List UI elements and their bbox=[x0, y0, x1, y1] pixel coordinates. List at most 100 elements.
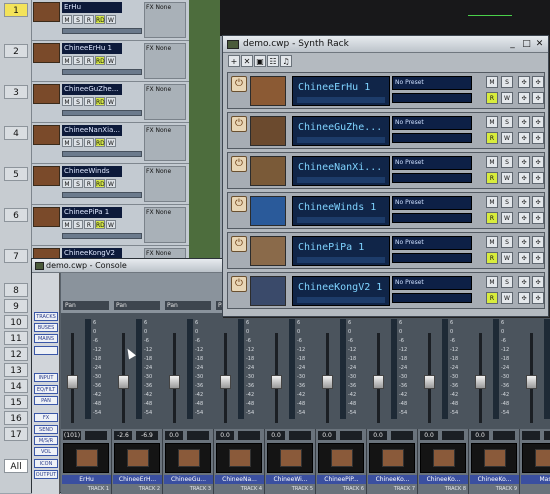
fader-handle[interactable] bbox=[271, 375, 282, 389]
channel-name[interactable]: ChineeWi... bbox=[266, 475, 315, 484]
record-arm-button[interactable]: R bbox=[84, 97, 94, 106]
automation-icon[interactable]: ✣ bbox=[532, 156, 544, 168]
mute-button[interactable]: M bbox=[62, 220, 72, 229]
console-view-button[interactable]: OUTPUT bbox=[34, 470, 58, 479]
automation-icon[interactable]: ✣ bbox=[532, 236, 544, 248]
track-clip[interactable] bbox=[189, 123, 220, 164]
delete-synth-icon[interactable]: ✕ bbox=[241, 55, 253, 67]
track-name[interactable]: ChineeNanXia... bbox=[62, 125, 122, 136]
write-automation-button[interactable]: W bbox=[106, 97, 116, 106]
preset-select[interactable]: No Preset bbox=[392, 76, 472, 90]
instrument-image[interactable] bbox=[250, 276, 286, 306]
track-number-11[interactable]: 11 bbox=[4, 331, 28, 345]
properties-icon[interactable]: ▣ bbox=[254, 55, 266, 67]
read-automation-button[interactable]: RD bbox=[95, 97, 105, 106]
midi-icon[interactable]: ♫ bbox=[280, 55, 292, 67]
write-button[interactable]: W bbox=[501, 92, 513, 104]
console-view-button[interactable]: INPUT bbox=[34, 373, 58, 382]
volume-value[interactable]: 0.0 bbox=[471, 431, 489, 440]
track-number-12[interactable]: 12 bbox=[4, 347, 28, 361]
console-view-button[interactable]: TRACKS bbox=[34, 312, 58, 321]
output-icon[interactable]: ✣ bbox=[532, 292, 544, 304]
fx-bin[interactable]: FX None bbox=[144, 2, 186, 38]
preset-select[interactable]: No Preset bbox=[392, 156, 472, 170]
read-automation-button[interactable]: RD bbox=[95, 15, 105, 24]
mute-button[interactable]: M bbox=[486, 116, 498, 128]
volume-slider[interactable] bbox=[62, 192, 142, 198]
mute-button[interactable]: M bbox=[486, 236, 498, 248]
read-automation-button[interactable]: RD bbox=[95, 179, 105, 188]
solo-button[interactable]: S bbox=[501, 236, 513, 248]
instrument-image[interactable] bbox=[250, 156, 286, 186]
record-arm-button[interactable]: R bbox=[84, 179, 94, 188]
fader-handle[interactable] bbox=[118, 375, 129, 389]
fx-bin[interactable]: FX None bbox=[144, 207, 186, 243]
instrument-display[interactable]: ChineeErHu 1 bbox=[292, 76, 390, 106]
midi-settings-icon[interactable]: ✣ bbox=[518, 116, 530, 128]
track-number-1[interactable]: 1 bbox=[4, 3, 28, 17]
record-arm-button[interactable]: R bbox=[84, 15, 94, 24]
fx-bin[interactable]: FX None bbox=[144, 125, 186, 161]
instrument-display[interactable]: ChineeWinds 1 bbox=[292, 196, 390, 226]
track-number-2[interactable]: 2 bbox=[4, 44, 28, 58]
midi-settings-icon[interactable]: ✣ bbox=[518, 276, 530, 288]
solo-button[interactable]: S bbox=[73, 220, 83, 229]
track-clip[interactable] bbox=[189, 164, 220, 205]
input-icon[interactable]: ✣ bbox=[518, 172, 530, 184]
volume-value[interactable]: 0.0 bbox=[318, 431, 336, 440]
channel-name[interactable]: ChineeKo... bbox=[419, 475, 468, 484]
channel-name[interactable]: ChineePiP... bbox=[317, 475, 366, 484]
track-number-15[interactable]: 15 bbox=[4, 395, 28, 409]
read-automation-button[interactable]: RD bbox=[95, 220, 105, 229]
preset-subselect[interactable] bbox=[392, 213, 472, 223]
mute-button[interactable]: M bbox=[62, 179, 72, 188]
read-button[interactable]: R bbox=[486, 132, 498, 144]
synth-rack-titlebar[interactable]: demo.cwp - Synth Rack _ □ ✕ bbox=[223, 36, 548, 53]
record-arm-button[interactable]: R bbox=[84, 138, 94, 147]
console-view-button[interactable]: VOL bbox=[34, 447, 58, 456]
power-icon[interactable]: ⏻ bbox=[231, 116, 247, 132]
instrument-display[interactable]: ChineeGuZhe... bbox=[292, 116, 390, 146]
track-number-13[interactable]: 13 bbox=[4, 363, 28, 377]
volume-slider[interactable] bbox=[62, 28, 142, 34]
midi-settings-icon[interactable]: ✣ bbox=[518, 236, 530, 248]
track-number-10[interactable]: 10 bbox=[4, 315, 28, 329]
track-number-17[interactable]: 17 bbox=[4, 427, 28, 441]
track-number-9[interactable]: 9 bbox=[4, 299, 28, 313]
track-name[interactable]: ChineeWinds bbox=[62, 166, 122, 177]
fx-bin[interactable]: FX None bbox=[144, 84, 186, 120]
power-icon[interactable]: ⏻ bbox=[231, 76, 247, 92]
instrument-display[interactable]: ChineeNanXi... bbox=[292, 156, 390, 186]
solo-button[interactable]: S bbox=[501, 196, 513, 208]
volume-value[interactable]: (101) bbox=[63, 431, 81, 440]
fx-bin[interactable]: FX None bbox=[144, 43, 186, 79]
fader-handle[interactable] bbox=[526, 375, 537, 389]
fader-handle[interactable] bbox=[67, 375, 78, 389]
automation-icon[interactable]: ✣ bbox=[532, 196, 544, 208]
input-icon[interactable]: ✣ bbox=[518, 92, 530, 104]
mute-button[interactable]: M bbox=[62, 56, 72, 65]
track-number-7[interactable]: 7 bbox=[4, 249, 28, 263]
preset-subselect[interactable] bbox=[392, 173, 472, 183]
pan-control[interactable]: Pan bbox=[63, 301, 109, 310]
instrument-display[interactable]: ChinePiPa 1 bbox=[292, 236, 390, 266]
console-view-button[interactable]: PAN bbox=[34, 396, 58, 405]
track-number-8[interactable]: 8 bbox=[4, 283, 28, 297]
maximize-button[interactable]: □ bbox=[521, 39, 532, 50]
solo-button[interactable]: S bbox=[501, 116, 513, 128]
volume-value[interactable]: 0.0 bbox=[216, 431, 234, 440]
pan-control[interactable]: Pan bbox=[114, 301, 160, 310]
rack-instrument[interactable]: ⏻ ChinePiPa 1 No Preset M S R W ✣ ✣ ✣ ✣ bbox=[227, 232, 545, 269]
channel-name[interactable]: ChineeKo... bbox=[470, 475, 519, 484]
volume-value[interactable]: 0.0 bbox=[369, 431, 387, 440]
volume-value[interactable]: 0.0 bbox=[165, 431, 183, 440]
read-button[interactable]: R bbox=[486, 92, 498, 104]
input-icon[interactable]: ✣ bbox=[518, 252, 530, 264]
read-button[interactable]: R bbox=[486, 172, 498, 184]
track-name[interactable]: ChineeGuZhe... bbox=[62, 84, 122, 95]
mute-button[interactable]: M bbox=[486, 76, 498, 88]
channel-name[interactable]: ChineeKo... bbox=[368, 475, 417, 484]
track-number-3[interactable]: 3 bbox=[4, 85, 28, 99]
write-automation-button[interactable]: W bbox=[106, 220, 116, 229]
fx-bin[interactable]: FX None bbox=[144, 166, 186, 202]
